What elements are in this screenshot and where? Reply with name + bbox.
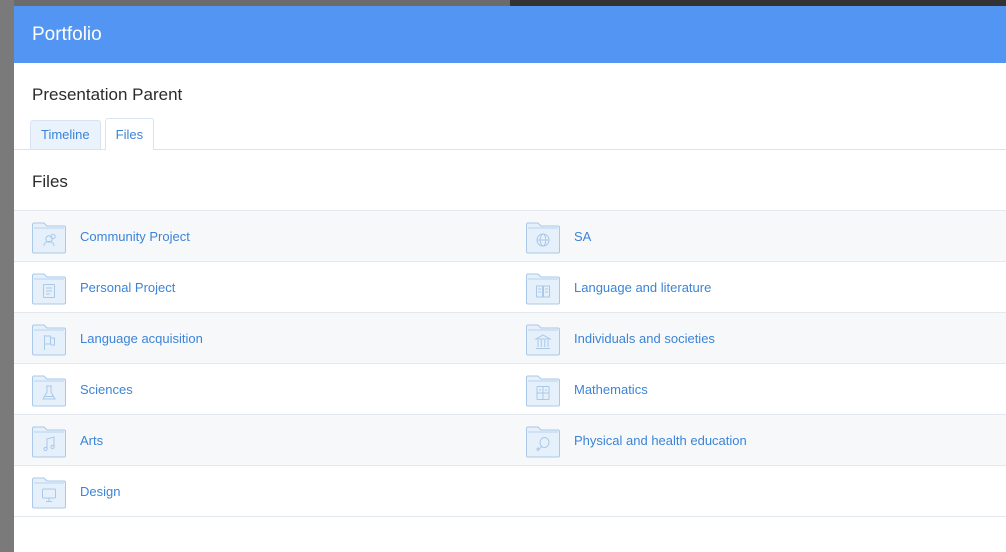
panel-title: Portfolio <box>32 23 102 45</box>
folder-label: Mathematics <box>574 381 648 397</box>
background-window-edge-left <box>0 0 14 552</box>
racket-icon <box>525 421 561 459</box>
folder-label: Language acquisition <box>80 330 203 346</box>
folder-item-personal-project[interactable]: Personal Project <box>14 261 509 312</box>
folder-label: Physical and health education <box>574 432 747 448</box>
folder-label: Individuals and societies <box>574 330 715 346</box>
book-icon <box>525 268 561 306</box>
folder-label: Sciences <box>80 381 133 397</box>
community-icon <box>31 217 67 255</box>
folder-item-language-acquisition[interactable]: Language acquisition <box>14 312 509 363</box>
empty-cell <box>509 465 1006 517</box>
monitor-icon <box>31 472 67 510</box>
tab-bar: Timeline Files <box>14 118 1006 150</box>
folder-label: Community Project <box>80 228 190 244</box>
institution-icon <box>525 319 561 357</box>
globe-icon <box>525 217 561 255</box>
tab-files[interactable]: Files <box>104 118 155 150</box>
folder-item-individuals-and-societies[interactable]: Individuals and societies <box>509 312 1006 363</box>
folder-label: Personal Project <box>80 279 176 295</box>
folder-label: Arts <box>80 432 104 448</box>
folder-item-sa[interactable]: SA <box>509 210 1006 261</box>
folder-item-mathematics[interactable]: Mathematics <box>509 363 1006 414</box>
page-subtitle: Presentation Parent <box>32 85 183 104</box>
document-icon <box>31 268 67 306</box>
section-title: Files <box>32 172 68 191</box>
folder-label: SA <box>574 228 592 244</box>
folder-label: Design <box>80 483 121 499</box>
folder-item-sciences[interactable]: Sciences <box>14 363 509 414</box>
folder-item-community-project[interactable]: Community Project <box>14 210 509 261</box>
tab-timeline[interactable]: Timeline <box>30 120 101 149</box>
folder-item-arts[interactable]: Arts <box>14 414 509 465</box>
calculator-icon <box>525 370 561 408</box>
folder-label: Language and literature <box>574 279 712 295</box>
folder-item-language-and-literature[interactable]: Language and literature <box>509 261 1006 312</box>
folder-item-design[interactable]: Design <box>14 465 509 517</box>
flag-icon <box>31 319 67 357</box>
panel-header: Portfolio <box>14 6 1006 63</box>
portfolio-panel: Portfolio Presentation Parent Timeline F… <box>14 6 1006 552</box>
music-note-icon <box>31 421 67 459</box>
flask-icon <box>31 370 67 408</box>
folder-grid: Community Project SA Personal Project Langu… <box>14 210 1006 517</box>
folder-item-physical-and-health-education[interactable]: Physical and health education <box>509 414 1006 465</box>
